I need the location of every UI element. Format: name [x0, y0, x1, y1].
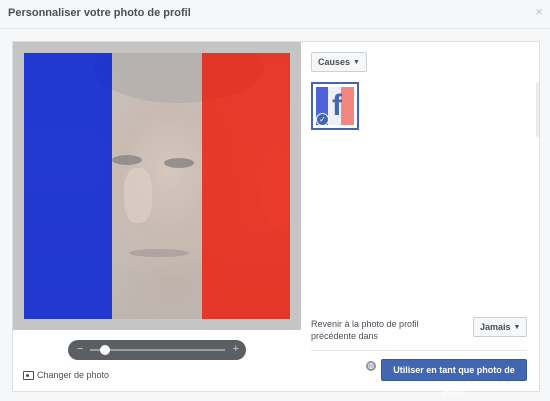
chevron-down-icon: ▼	[353, 59, 360, 66]
globe-icon[interactable]: ◍	[366, 361, 376, 371]
change-photo-link[interactable]: Changer de photo	[23, 370, 109, 380]
revert-label: Revenir à la photo de profil précédente …	[311, 319, 419, 341]
change-photo-label: Changer de photo	[37, 370, 110, 380]
flag-overlay-red	[202, 53, 290, 319]
causes-dropdown[interactable]: Causes ▼	[311, 52, 367, 72]
causes-label: Causes	[318, 57, 351, 67]
flag-overlay-blue	[24, 53, 112, 319]
photo-preview[interactable]	[13, 42, 301, 330]
footer-divider	[311, 350, 527, 351]
photo-icon	[23, 370, 34, 380]
revert-duration-label: Jamais	[480, 322, 511, 332]
frames-scrollbar[interactable]	[536, 82, 539, 137]
dialog-body: − + Changer de photo Causes ▼ f ✓ Revenir…	[0, 29, 550, 401]
revert-duration-dropdown[interactable]: Jamais ▼	[473, 317, 528, 337]
facebook-f-icon: f	[332, 89, 342, 122]
zoom-track[interactable]	[90, 349, 225, 351]
frame-thumbnail-france[interactable]: f ✓	[311, 82, 359, 130]
zoom-in-icon[interactable]: +	[233, 342, 239, 356]
zoom-slider[interactable]: − +	[68, 340, 246, 360]
zoom-out-icon[interactable]: −	[77, 342, 83, 356]
frame-picker: Causes ▼ f ✓ Revenir à la photo de profil…	[301, 42, 539, 395]
check-icon: ✓	[316, 113, 329, 126]
flag-overlay-white	[112, 53, 202, 319]
use-as-profile-photo-button[interactable]: Utiliser en tant que photo de profil	[381, 359, 527, 395]
close-icon[interactable]: ×	[535, 5, 543, 19]
thumb-flag-red	[341, 87, 354, 125]
chevron-down-icon: ▼	[513, 324, 521, 331]
editor-panel: − + Changer de photo Causes ▼ f ✓ Revenir…	[12, 41, 540, 395]
dialog-header: Personnaliser votre photo de profil ×	[0, 0, 550, 29]
zoom-handle[interactable]	[100, 345, 110, 355]
dialog-title: Personnaliser votre photo de profil	[8, 7, 191, 19]
profile-photo[interactable]	[24, 53, 290, 319]
